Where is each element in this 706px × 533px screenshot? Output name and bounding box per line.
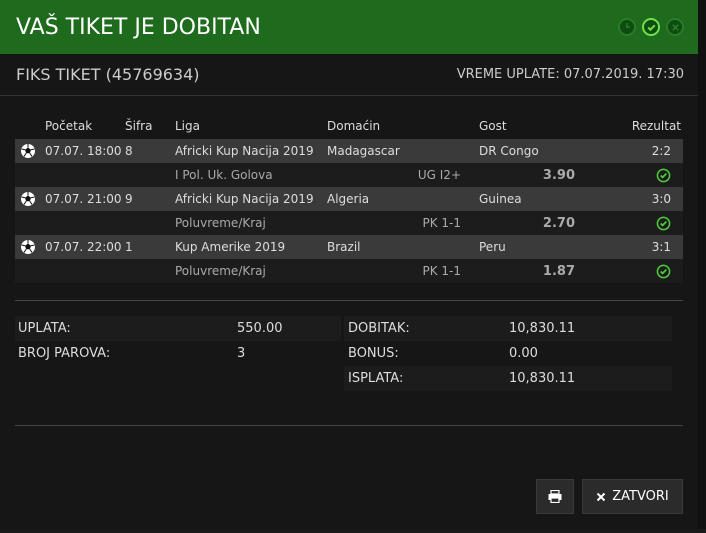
summary-left: UPLATA: 550.00 BROJ PAROVA: 3 — [15, 316, 341, 366]
summary-right: DOBITAK: 10,830.11 BONUS: 0.00 ISPLATA: … — [344, 316, 672, 391]
clock-icon — [618, 18, 636, 36]
win-label: DOBITAK: — [348, 321, 410, 336]
pairs-label: BROJ PAROVA: — [18, 346, 111, 361]
ticket-subheader: FIKS TIKET (45769634) VREME UPLATE: 07.0… — [0, 54, 698, 96]
match-result: 3:0 — [589, 187, 683, 211]
bet-type: Poluvreme/Kraj — [175, 259, 327, 283]
bet-row: Poluvreme/Kraj PK 1-1 2.70 — [15, 211, 683, 235]
print-icon — [548, 490, 562, 503]
match-home: Madagascar — [327, 139, 479, 163]
modal-header: VAŠ TIKET JE DOBITAN — [0, 0, 698, 54]
match-home: Algeria — [327, 187, 479, 211]
bet-odds: 2.70 — [479, 211, 589, 235]
payout-label: ISPLATA: — [348, 371, 404, 386]
match-start: 07.07. 21:00 — [45, 187, 125, 211]
match-league: Africki Kup Nacija 2019 — [175, 187, 327, 211]
match-result: 2:2 — [589, 139, 683, 163]
match-code: 8 — [125, 139, 175, 163]
win-check-icon — [656, 168, 671, 182]
match-result: 3:1 — [589, 235, 683, 259]
bet-odds: 3.90 — [479, 163, 589, 187]
close-icon[interactable] — [666, 18, 684, 36]
match-row: 07.07. 22:00 1 Kup Amerike 2019 Brazil P… — [15, 235, 683, 259]
matches-table: Početak Šifra Liga Domaćin Gost Rezultat… — [15, 113, 683, 283]
football-icon — [21, 240, 35, 254]
col-home: Domaćin — [327, 119, 381, 133]
match-away: DR Congo — [479, 139, 589, 163]
match-away: Peru — [479, 235, 589, 259]
x-icon — [597, 492, 606, 501]
bonus-label: BONUS: — [348, 346, 399, 361]
bonus-value: 0.00 — [509, 346, 538, 361]
table-header: Početak Šifra Liga Domaćin Gost Rezultat — [15, 113, 683, 139]
col-away: Gost — [479, 119, 507, 133]
match-league: Kup Amerike 2019 — [175, 235, 327, 259]
summary-row: BROJ PAROVA: 3 — [15, 341, 341, 366]
summary-row: BONUS: 0.00 — [344, 341, 672, 366]
football-icon — [21, 192, 35, 206]
pairs-value: 3 — [237, 346, 246, 361]
bet-row: I Pol. Uk. Golova UG I2+ 3.90 — [15, 163, 683, 187]
close-button[interactable]: ZATVORI — [582, 479, 683, 514]
payout-value: 10,830.11 — [509, 371, 576, 386]
win-check-icon — [656, 264, 671, 278]
ticket-id: FIKS TIKET (45769634) — [16, 65, 200, 84]
bet-pick: PK 1-1 — [327, 211, 479, 235]
modal-title: VAŠ TIKET JE DOBITAN — [16, 14, 261, 40]
payment-time: VREME UPLATE: 07.07.2019. 17:30 — [456, 67, 684, 82]
summary-row: UPLATA: 550.00 — [15, 316, 341, 341]
background-page-strip — [0, 529, 706, 533]
header-icons — [618, 18, 684, 36]
bet-odds: 1.87 — [479, 259, 589, 283]
close-button-label: ZATVORI — [612, 489, 669, 504]
win-check-icon — [656, 216, 671, 230]
match-start: 07.07. 18:00 — [45, 139, 125, 163]
match-row: 07.07. 18:00 8 Africki Kup Nacija 2019 M… — [15, 139, 683, 163]
background-page — [698, 0, 706, 533]
match-code: 9 — [125, 187, 175, 211]
summary-row: ISPLATA: 10,830.11 — [344, 366, 672, 391]
col-code: Šifra — [125, 119, 153, 133]
bet-type: Poluvreme/Kraj — [175, 211, 327, 235]
match-row: 07.07. 21:00 9 Africki Kup Nacija 2019 A… — [15, 187, 683, 211]
football-icon — [21, 144, 35, 158]
divider — [15, 425, 683, 426]
stake-value: 550.00 — [237, 321, 283, 336]
print-button[interactable] — [536, 479, 574, 514]
match-home: Brazil — [327, 235, 479, 259]
match-league: Africki Kup Nacija 2019 — [175, 139, 327, 163]
bet-type: I Pol. Uk. Golova — [175, 163, 327, 187]
col-result: Rezultat — [631, 119, 681, 133]
ticket-modal: VAŠ TIKET JE DOBITAN FIKS TIKET (4576963… — [0, 0, 698, 529]
col-league: Liga — [175, 119, 200, 133]
summary-row: DOBITAK: 10,830.11 — [344, 316, 672, 341]
stake-label: UPLATA: — [18, 321, 71, 336]
bet-pick: UG I2+ — [327, 163, 479, 187]
match-start: 07.07. 22:00 — [45, 235, 125, 259]
bet-pick: PK 1-1 — [327, 259, 479, 283]
match-away: Guinea — [479, 187, 589, 211]
divider — [15, 300, 683, 301]
match-code: 1 — [125, 235, 175, 259]
win-value: 10,830.11 — [509, 321, 576, 336]
bet-row: Poluvreme/Kraj PK 1-1 1.87 — [15, 259, 683, 283]
check-icon — [642, 18, 660, 36]
col-start: Početak — [45, 119, 93, 133]
